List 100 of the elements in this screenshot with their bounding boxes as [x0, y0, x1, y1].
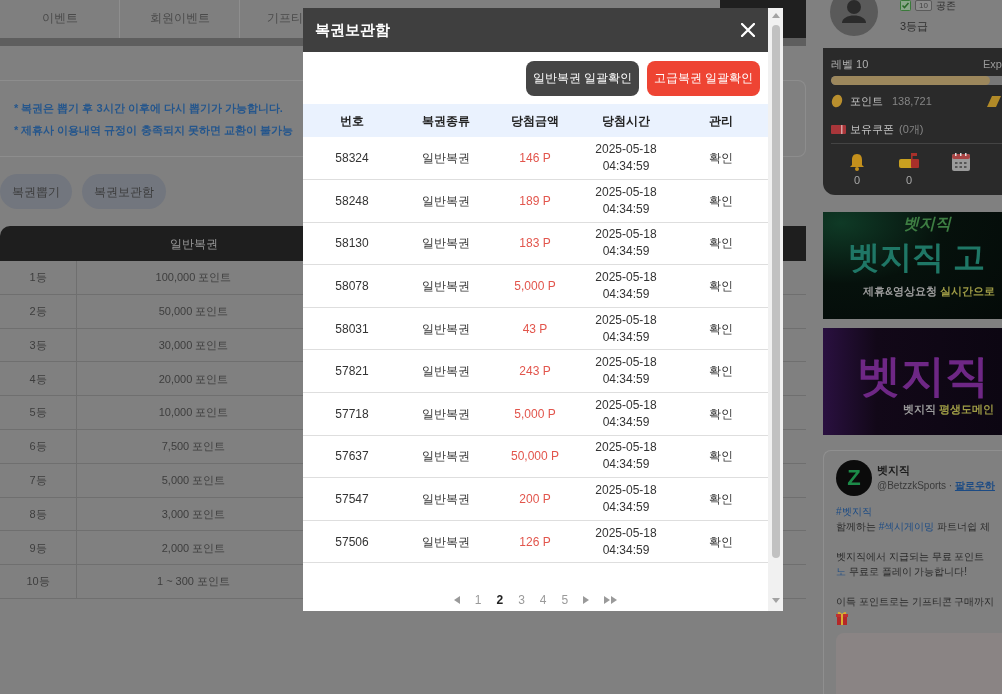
- time-text: 04:34:59: [601, 328, 651, 346]
- table-cell: 57547: [303, 477, 401, 521]
- close-button[interactable]: [740, 22, 756, 38]
- time-text: 04:34:59: [601, 413, 651, 431]
- coupons-value: (0개): [899, 122, 924, 137]
- hashtag-link[interactable]: #벳지직: [836, 506, 872, 517]
- time-text: 04:34:59: [601, 286, 651, 304]
- table-cell: 9등: [0, 531, 77, 565]
- account-handle: @BetzzkSports ·: [877, 480, 953, 491]
- ad-banner[interactable]: 벳지직 벳지직 평생도메인: [823, 328, 1002, 435]
- table-cell: 58078: [303, 264, 401, 308]
- table-cell: 126 P: [491, 520, 579, 563]
- table-cell: 3등: [0, 328, 77, 362]
- scroll-up-icon[interactable]: [771, 13, 780, 18]
- banner-headline: 벳지직 고: [848, 238, 985, 276]
- caret-right-icon[interactable]: [583, 596, 590, 605]
- column-header: 관리: [673, 104, 768, 137]
- time-text: 04:34:59: [601, 243, 651, 261]
- ingot-icon: [987, 95, 1001, 107]
- table-cell: 일반복권: [401, 435, 491, 478]
- date-text: 2025-05-18: [594, 311, 658, 329]
- user-name: 공존: [935, 0, 956, 11]
- close-icon: [741, 23, 755, 37]
- scrollbar-thumb[interactable]: [771, 25, 780, 558]
- count-text: 0: [905, 173, 913, 187]
- table-cell: 5등: [0, 396, 77, 429]
- table-cell: 243 P: [491, 349, 579, 393]
- ad-banner[interactable]: 벳지직 벳지직 고 제휴&영상요청 실시간으로: [823, 212, 1002, 319]
- time-text: 04:34:59: [601, 499, 651, 517]
- pill-button[interactable]: 복권보관함: [82, 174, 166, 209]
- table-cell: 7등: [0, 463, 77, 497]
- date-text: 2025-05-18: [594, 482, 658, 500]
- table-cell: 183 P: [491, 222, 579, 265]
- table-cell-text: 10,000 포인트: [157, 405, 230, 421]
- scrollbar[interactable]: [768, 8, 783, 611]
- scroll-down-icon[interactable]: [771, 598, 780, 603]
- table-cell-text: 7,500 포인트: [160, 439, 227, 455]
- table-cell: 58130: [303, 222, 401, 265]
- bell-icon[interactable]: [849, 153, 865, 171]
- count-text: 0: [853, 173, 861, 187]
- follow-link[interactable]: 팔로우하: [954, 480, 995, 491]
- notice-text: * 제휴사 이용내역 규정이 충족되지 못하면 교환이 불가능: [14, 122, 293, 138]
- column-header: 복권종류: [401, 104, 491, 137]
- table-cell: 일반복권: [401, 137, 491, 180]
- hashtag-link[interactable]: 노: [836, 566, 846, 577]
- coin-icon: [831, 94, 843, 108]
- banner-headline: 벳지직: [857, 352, 989, 400]
- tweet-text: 이득 포인트로는 기프티콘 구매까지: [836, 595, 996, 609]
- column-header: 당첨금액: [491, 104, 579, 137]
- table-cell: 일반복권: [401, 222, 491, 265]
- page-link[interactable]: 4: [539, 593, 547, 608]
- avatar-icon: [830, 0, 878, 36]
- exp-label: Exp: [983, 57, 1002, 72]
- table-cell: 58324: [303, 137, 401, 180]
- hashtag-link[interactable]: #섹시게이밍: [878, 521, 935, 532]
- calendar-icon[interactable]: [952, 153, 970, 171]
- page-link[interactable]: 2: [496, 593, 504, 608]
- date-text: 2025-05-18: [594, 354, 658, 372]
- table-cell: 5,000 P: [491, 264, 579, 308]
- table-cell-text: 2,000 포인트: [160, 540, 227, 556]
- level-label: 레벨 10: [831, 57, 869, 72]
- table-cell: 58248: [303, 179, 401, 223]
- grade-text: 3등급: [900, 19, 930, 33]
- time-text: 04:34:59: [601, 158, 651, 176]
- points-value: 138,721: [892, 94, 932, 109]
- pill-button[interactable]: 복권뽑기: [0, 174, 72, 209]
- date-text: 2025-05-18: [594, 439, 658, 457]
- table-cell-text: 5,000 포인트: [160, 472, 227, 488]
- banner-subtitle: 벳지직 평생도메인: [903, 402, 995, 416]
- table-cell: 58031: [303, 307, 401, 350]
- column-header: 번호: [303, 104, 401, 137]
- confirm-all-button[interactable]: 일반복권 일괄확인: [525, 61, 639, 96]
- double-caret-right-icon[interactable]: [604, 596, 618, 605]
- table-cell: 일반복권: [401, 392, 491, 436]
- confirm-all-button[interactable]: 고급복권 일괄확인: [646, 61, 760, 96]
- time-text: 04:34:59: [601, 541, 651, 559]
- caret-left-icon[interactable]: [453, 596, 460, 605]
- page-link[interactable]: 5: [561, 593, 569, 608]
- column-header: 일반복권: [168, 235, 219, 253]
- date-text: 2025-05-18: [594, 524, 658, 542]
- table-cell: 1등: [0, 261, 77, 294]
- date-text: 2025-05-18: [594, 269, 658, 287]
- time-text: 04:34:59: [601, 371, 651, 389]
- coupons-label: 보유쿠폰: [850, 122, 894, 137]
- page-link[interactable]: 1: [474, 593, 482, 608]
- table-cell: 200 P: [491, 477, 579, 521]
- table-cell: 10등: [0, 565, 77, 598]
- mailbox-icon[interactable]: [898, 153, 920, 171]
- logo-letter: Z: [847, 466, 861, 490]
- points-label: 포인트: [850, 94, 883, 109]
- table-cell: 2등: [0, 294, 77, 328]
- table-cell: 57718: [303, 392, 401, 436]
- table-cell: 일반복권: [401, 264, 491, 308]
- gift-icon: [836, 611, 848, 625]
- table-cell: 일반복권: [401, 349, 491, 393]
- page-link[interactable]: 3: [518, 593, 525, 608]
- table-cell: 57637: [303, 435, 401, 478]
- tweet-text: 노 무료로 플레이 가능합니다!: [836, 565, 969, 579]
- table-cell: 43 P: [491, 307, 579, 350]
- table-cell-text: 100,000 포인트: [154, 270, 233, 286]
